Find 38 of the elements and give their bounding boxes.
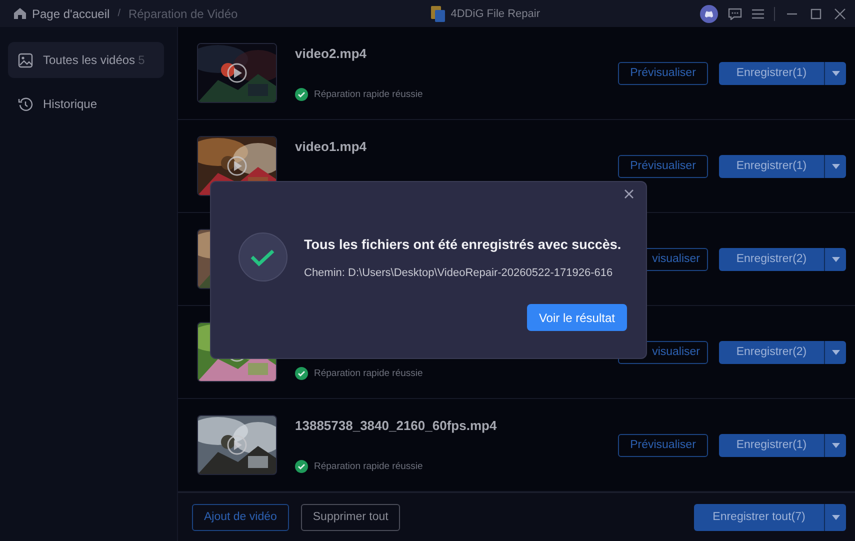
app-logo-icon xyxy=(430,6,445,22)
delete-all-button[interactable]: Supprimer tout xyxy=(300,504,400,530)
save-path: Chemin: D:\Users\Desktop\VideoRepair-20260522-171926-616 xyxy=(304,267,614,279)
file-name: video1.mp4 xyxy=(295,139,368,155)
discord-icon[interactable] xyxy=(700,4,718,22)
add-video-button[interactable]: Ajout de vidéo xyxy=(192,504,289,530)
preview-button[interactable]: Prévisualiser xyxy=(618,62,708,84)
caret-icon[interactable] xyxy=(832,514,840,520)
success-icon xyxy=(295,460,308,473)
home-icon[interactable] xyxy=(14,8,26,19)
caret-icon[interactable] xyxy=(832,164,840,168)
app-title: 4DDiG File Repair xyxy=(450,8,540,20)
breadcrumb-link[interactable]: Page d'accueil xyxy=(32,6,110,20)
caret-icon[interactable] xyxy=(832,70,840,76)
preview-button[interactable]: Prévisualiser xyxy=(618,434,708,456)
file-name: video2.mp4 xyxy=(295,46,368,62)
breadcrumb-current: Réparation de Vidéo xyxy=(128,6,238,20)
maximize-icon[interactable] xyxy=(809,6,823,20)
menu-icon[interactable] xyxy=(752,8,764,18)
caret-icon[interactable] xyxy=(832,256,840,262)
image-icon xyxy=(18,52,33,68)
status-text: Réparation rapide réussie xyxy=(314,368,423,379)
breadcrumb-separator: / xyxy=(118,8,120,19)
close-icon[interactable] xyxy=(833,6,847,20)
caret-icon[interactable] xyxy=(832,350,840,354)
chat-icon[interactable] xyxy=(728,8,742,20)
caret-icon[interactable] xyxy=(832,442,840,448)
file-name: 13885738_3840_2160_60fps.mp4 xyxy=(295,418,498,434)
status-text: Réparation rapide réussie xyxy=(314,89,423,100)
sidebar-item[interactable]: Historique xyxy=(8,86,164,122)
success-icon xyxy=(295,88,308,101)
close-icon[interactable] xyxy=(624,189,634,199)
status-text: Réparation rapide réussie xyxy=(314,461,423,472)
preview-button[interactable]: Prévisualiser xyxy=(618,154,708,178)
history-icon xyxy=(18,96,33,112)
success-check-icon xyxy=(238,232,288,282)
view-result-button[interactable]: Voir le résultat xyxy=(526,304,627,331)
success-icon xyxy=(295,367,308,380)
